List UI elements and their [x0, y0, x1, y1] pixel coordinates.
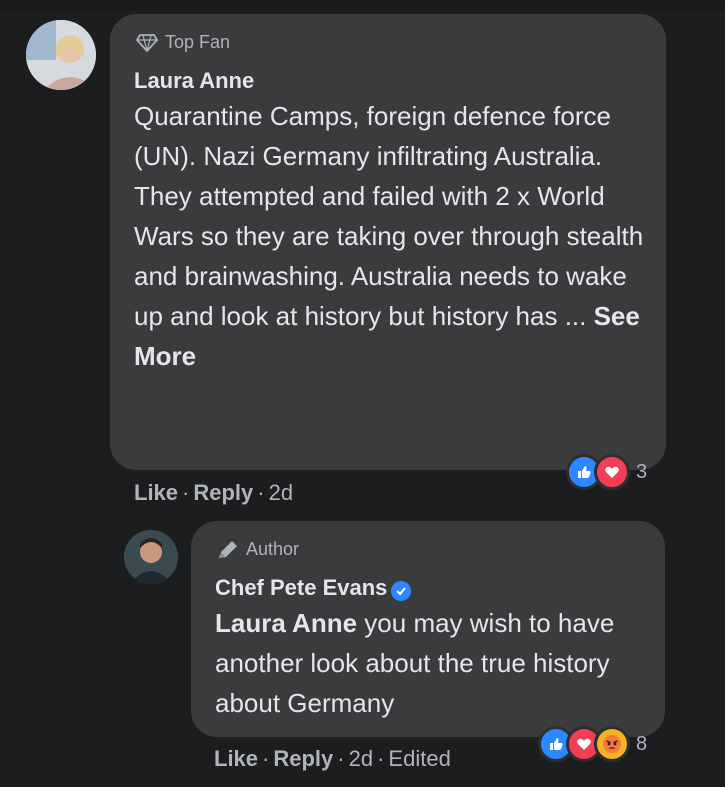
- avatar[interactable]: [124, 530, 178, 584]
- comment-body: Quarantine Camps, foreign defence force …: [134, 101, 644, 331]
- comment-text: Laura Anne you may wish to have another …: [215, 603, 635, 723]
- reply-bubble: Author Chef Pete Evans Laura Anne you ma…: [191, 521, 665, 737]
- reaction-summary[interactable]: 8: [538, 726, 647, 762]
- profile-photo-icon: [26, 20, 96, 90]
- reply-button[interactable]: Reply: [273, 746, 333, 772]
- previous-comment-edge: [0, 0, 725, 10]
- badge-label: Author: [246, 539, 300, 559]
- commenter-name[interactable]: Chef Pete Evans: [215, 575, 412, 601]
- top-fan-badge: Top Fan: [136, 32, 230, 53]
- pencil-icon: [219, 540, 237, 558]
- badge-label: Top Fan: [165, 32, 231, 52]
- timestamp[interactable]: 2d: [269, 480, 293, 506]
- author-name[interactable]: Chef Pete Evans: [215, 575, 387, 600]
- like-button[interactable]: Like: [134, 480, 178, 506]
- comment-bubble: Top Fan Laura Anne Quarantine Camps, for…: [110, 14, 666, 470]
- reaction-summary[interactable]: 3: [566, 454, 647, 490]
- edited-label[interactable]: Edited: [388, 746, 450, 772]
- comment-actions: Like · Reply · 2d: [134, 480, 294, 506]
- avatar[interactable]: [26, 20, 96, 90]
- author-badge: Author: [217, 539, 299, 560]
- reaction-count: 3: [636, 460, 648, 483]
- mention-link[interactable]: Laura Anne: [215, 608, 357, 638]
- commenter-name[interactable]: Laura Anne: [134, 68, 254, 94]
- timestamp[interactable]: 2d: [349, 746, 373, 772]
- love-icon: [594, 454, 630, 490]
- profile-photo-icon: [124, 530, 178, 584]
- diamond-icon: [136, 33, 158, 52]
- like-button[interactable]: Like: [214, 746, 258, 772]
- comment-actions: Like · Reply · 2d · Edited: [214, 746, 451, 772]
- comment-text: Quarantine Camps, foreign defence force …: [134, 96, 649, 376]
- angry-icon: [594, 726, 630, 762]
- verified-badge-icon: [391, 581, 412, 601]
- reply-button[interactable]: Reply: [193, 480, 253, 506]
- reaction-count: 8: [636, 732, 648, 755]
